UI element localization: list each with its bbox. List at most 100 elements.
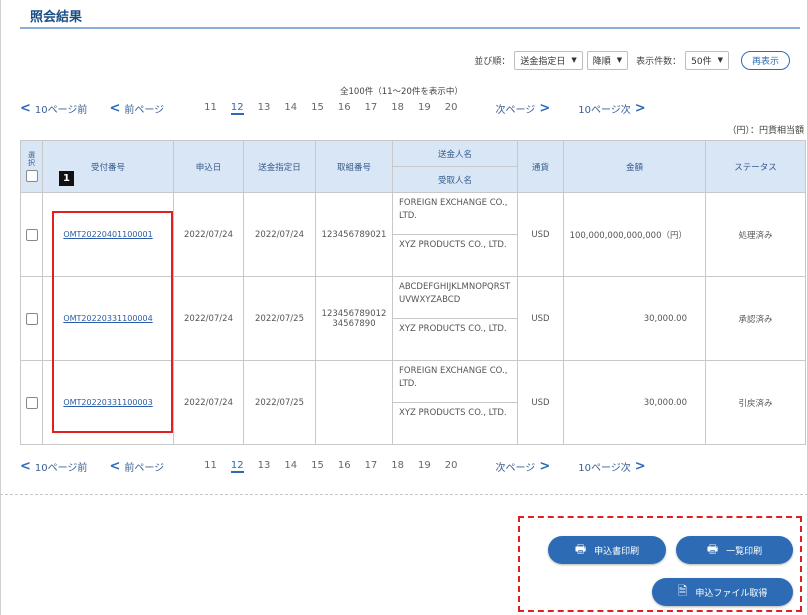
refresh-button[interactable]: 再表示 bbox=[740, 50, 790, 70]
prev10-label: 10ページ前 bbox=[34, 462, 88, 474]
chevron-down-icon: ▼ bbox=[717, 56, 723, 64]
remit-date-cell: 2022/07/25 bbox=[243, 360, 316, 445]
per-page-select[interactable]: 50件 ▼ bbox=[685, 50, 729, 70]
print-list-label: 一覧印刷 bbox=[726, 546, 763, 557]
unit-note: （円）：円貨相当額 bbox=[727, 126, 804, 136]
annotation-marker: 1 bbox=[59, 171, 74, 186]
page-numbers: 11 12 13 14 15 16 17 18 19 20 bbox=[204, 459, 458, 473]
page-link[interactable]: 17 bbox=[365, 102, 378, 115]
currency-cell: USD bbox=[517, 360, 564, 445]
select-header-label: 選択 bbox=[28, 151, 35, 167]
page-link[interactable]: 11 bbox=[204, 460, 217, 473]
remitter-cell: FOREIGN EXCHANGE CO., LTD. bbox=[392, 192, 518, 235]
applied-date-cell: 2022/07/24 bbox=[173, 192, 244, 277]
page-link[interactable]: 20 bbox=[445, 460, 458, 473]
status-cell: 処理済み bbox=[705, 192, 806, 277]
ref-no-cell: 12345678901234567890 bbox=[315, 276, 393, 361]
printer-icon: 🖶 bbox=[706, 541, 719, 556]
remitter-cell: FOREIGN EXCHANGE CO., LTD. bbox=[392, 360, 518, 403]
page-link[interactable]: 15 bbox=[311, 102, 324, 115]
prev-page-label: 前ページ bbox=[124, 104, 165, 116]
currency-cell: USD bbox=[517, 276, 564, 361]
page-link[interactable]: 13 bbox=[258, 102, 271, 115]
prev10-link[interactable]: <10ページ前 bbox=[20, 101, 87, 116]
next10-label: 10ページ次 bbox=[578, 462, 631, 474]
page-link[interactable]: 17 bbox=[365, 460, 378, 473]
per-page-label: 表示件数： bbox=[636, 56, 682, 67]
chevron-down-icon: ▼ bbox=[616, 56, 623, 64]
next10-label: 10ページ次 bbox=[578, 104, 631, 116]
result-count: 全100件（11〜20件を表示中） bbox=[340, 87, 463, 97]
currency-header: 通貨 bbox=[517, 140, 564, 193]
page-link[interactable]: 11 bbox=[204, 102, 217, 115]
row-checkbox[interactable] bbox=[25, 396, 38, 409]
row-checkbox[interactable] bbox=[25, 312, 38, 325]
ref-no-cell: 123456789021 bbox=[315, 192, 393, 277]
prev10-link[interactable]: <10ページ前 bbox=[20, 459, 87, 474]
page-current: 12 bbox=[230, 101, 244, 115]
page-link[interactable]: 16 bbox=[338, 460, 351, 473]
amount-cell: 30,000.00 bbox=[563, 360, 706, 445]
status-header: ステータス bbox=[705, 140, 806, 193]
beneficiary-header: 受取人名 bbox=[392, 166, 518, 193]
next-page-label: 次ページ bbox=[495, 462, 536, 474]
prev-page-link[interactable]: < 前ページ bbox=[109, 459, 164, 474]
next10-link[interactable]: 10ページ次 > bbox=[578, 101, 645, 116]
ref-no-header: 取組番号 bbox=[315, 140, 393, 193]
row-select-cell bbox=[20, 192, 43, 277]
page-title: 照会結果 bbox=[30, 10, 83, 25]
prev10-label: 10ページ前 bbox=[34, 104, 88, 116]
sort-field-value: 送金指定日 bbox=[520, 56, 566, 67]
chevron-left-icon: < bbox=[109, 100, 121, 116]
next-page-link[interactable]: 次ページ > bbox=[496, 459, 551, 474]
title-divider bbox=[20, 27, 800, 29]
sort-order-select[interactable]: 降順 ▼ bbox=[586, 50, 629, 70]
sort-bar: 並び順： 送金指定日 ▼ 降順 ▼ 表示件数： 50件 ▼ 再表示 bbox=[474, 50, 790, 70]
chevron-left-icon: < bbox=[20, 100, 31, 116]
page-numbers: 11 12 13 14 15 16 17 18 19 20 bbox=[204, 101, 458, 115]
page-link[interactable]: 15 bbox=[311, 460, 324, 473]
prev-page-link[interactable]: < 前ページ bbox=[109, 101, 164, 116]
chevron-right-icon: > bbox=[634, 458, 646, 474]
currency-cell: USD bbox=[517, 192, 564, 277]
next-page-link[interactable]: 次ページ > bbox=[496, 101, 551, 116]
row-select-cell bbox=[20, 276, 43, 361]
remitter-cell: ABCDEFGHIJKLMNOPQRSTUVWXYZABCD bbox=[392, 276, 518, 319]
chevron-left-icon: < bbox=[20, 458, 31, 474]
applied-date-cell: 2022/07/24 bbox=[173, 276, 244, 361]
page-link[interactable]: 19 bbox=[418, 460, 431, 473]
print-list-button[interactable]: 🖶 一覧印刷 bbox=[676, 536, 793, 564]
next10-link[interactable]: 10ページ次 > bbox=[578, 459, 645, 474]
chevron-left-icon: < bbox=[109, 458, 121, 474]
file-download-icon: 🗎 bbox=[677, 583, 688, 598]
select-header: 選択 bbox=[20, 140, 43, 193]
page-link[interactable]: 18 bbox=[391, 460, 404, 473]
pager-top: <10ページ前 < 前ページ 11 12 13 14 15 16 17 18 19… bbox=[20, 98, 805, 118]
prev-page-label: 前ページ bbox=[124, 462, 165, 474]
chevron-right-icon: > bbox=[539, 100, 551, 116]
page-link[interactable]: 14 bbox=[284, 460, 297, 473]
page-link[interactable]: 14 bbox=[284, 102, 297, 115]
row-checkbox[interactable] bbox=[25, 228, 38, 241]
page-link[interactable]: 19 bbox=[418, 102, 431, 115]
beneficiary-cell: XYZ PRODUCTS CO., LTD. bbox=[392, 318, 518, 361]
page-link[interactable]: 18 bbox=[391, 102, 404, 115]
page-link[interactable]: 13 bbox=[258, 460, 271, 473]
page-link[interactable]: 16 bbox=[338, 102, 351, 115]
next-page-label: 次ページ bbox=[495, 104, 536, 116]
chevron-right-icon: > bbox=[634, 100, 646, 116]
ref-no-cell bbox=[315, 360, 393, 445]
printer-icon: 🖶 bbox=[574, 541, 587, 556]
beneficiary-cell: XYZ PRODUCTS CO., LTD. bbox=[392, 402, 518, 445]
page-current: 12 bbox=[230, 459, 244, 473]
sort-field-select[interactable]: 送金指定日 ▼ bbox=[514, 50, 583, 70]
page-link[interactable]: 20 bbox=[445, 102, 458, 115]
beneficiary-cell: XYZ PRODUCTS CO., LTD. bbox=[392, 234, 518, 277]
get-application-file-button[interactable]: 🗎 申込ファイル取得 bbox=[652, 578, 793, 606]
print-application-label: 申込書印刷 bbox=[594, 546, 640, 557]
print-application-button[interactable]: 🖶 申込書印刷 bbox=[548, 536, 666, 564]
select-all-checkbox[interactable] bbox=[25, 170, 38, 182]
status-cell: 承認済み bbox=[705, 276, 806, 361]
remit-date-header: 送金指定日 bbox=[243, 140, 316, 193]
row-select-cell bbox=[20, 360, 43, 445]
